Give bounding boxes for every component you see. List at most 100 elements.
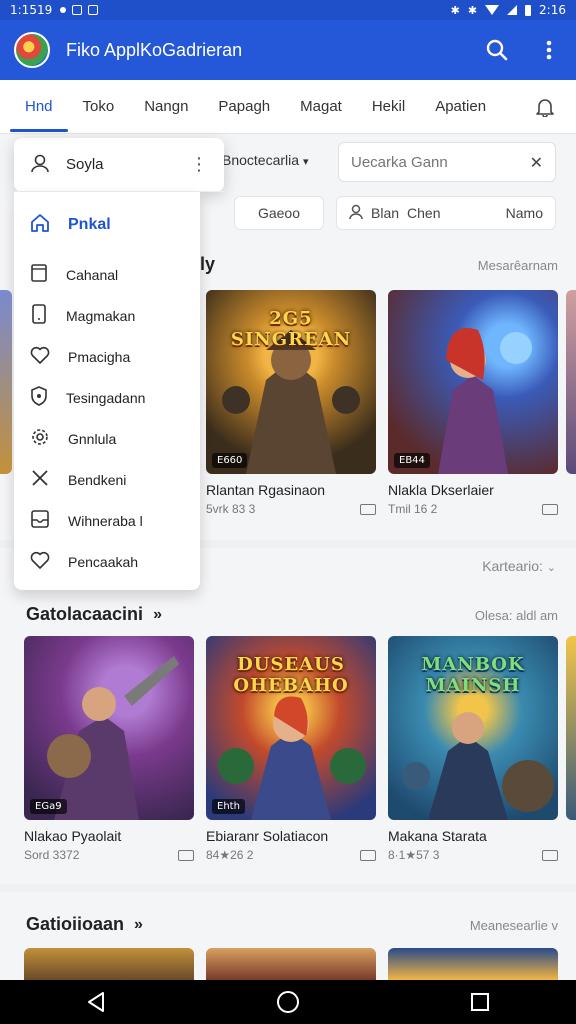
- signal-icon: [507, 5, 518, 15]
- game-card-art[interactable]: [206, 948, 376, 980]
- phone-icon: [30, 303, 48, 328]
- game-card[interactable]: DUSEAUS OHEBAHO Ehth Ebiaranr Solatiacon…: [206, 636, 376, 862]
- user-icon: [30, 153, 50, 177]
- tab-apatien[interactable]: Apatien: [420, 80, 501, 134]
- game-card[interactable]: EB44 Nlakla Dkserlaier Tmil 16 2: [388, 290, 558, 516]
- tools-icon: [30, 468, 50, 492]
- game-card-badge: EB44: [394, 453, 430, 468]
- menu-item-pencaakah[interactable]: Pencaakah: [14, 541, 200, 582]
- app-title: Fiko ApplKoGadrieran: [66, 39, 243, 60]
- chip-blan-chen[interactable]: Blan Chen Namo: [336, 196, 556, 230]
- app-bar: Fiko ApplKoGadrieran: [0, 20, 576, 80]
- close-icon[interactable]: ✕: [530, 153, 543, 172]
- game-card-meta: 8·1★57 3: [388, 848, 558, 862]
- wifi-icon: [485, 5, 500, 15]
- section-3-more-link[interactable]: Meanesearlie v: [470, 918, 558, 933]
- game-card[interactable]: 2G5 SINGREAN E660 Rlantan Rgasinaon 5vrk…: [206, 290, 376, 516]
- heart-icon: [30, 346, 50, 368]
- search-icon[interactable]: [484, 37, 510, 63]
- back-icon[interactable]: [76, 982, 116, 1022]
- game-card-badge: EGa9: [30, 799, 67, 814]
- game-card-art: EGa9: [24, 636, 194, 820]
- chip-blan-label: Blan: [371, 205, 400, 221]
- user-icon: [349, 204, 363, 223]
- tab-hnd[interactable]: Hnd: [10, 80, 68, 134]
- game-card[interactable]: EGa9 Nlakao Pyaolait Sord 3372: [24, 636, 194, 862]
- menu-item-bendkeni[interactable]: Bendkeni: [14, 459, 200, 500]
- menu-item-label: Pnkal: [68, 216, 111, 233]
- menu-item-pnkal[interactable]: Pnkal: [14, 196, 200, 254]
- menu-item-wihneraba[interactable]: Wihneraba l: [14, 500, 200, 541]
- section-2-title-text: Gatolacaacini: [26, 604, 144, 624]
- game-card[interactable]: MANBOK MAINSH Makana Starata 8·1★57 3: [388, 636, 558, 862]
- game-card-rating: 5vrk 83 3: [206, 502, 256, 516]
- category-dropdown-label: Bnoctecarlia: [222, 152, 300, 168]
- game-card-art: DUSEAUS OHEBAHO Ehth: [206, 636, 376, 820]
- menu-item-tesingadann[interactable]: Tesingadann: [14, 377, 200, 418]
- section-3-title[interactable]: Gatioiioaan »: [26, 914, 143, 935]
- heart-icon: [30, 551, 50, 573]
- game-card-title: Rlantan Rgasinaon: [206, 482, 326, 498]
- menu-item-label: Gnnlula: [68, 430, 117, 447]
- game-card-art: [566, 636, 576, 820]
- more-vert-icon[interactable]: [536, 37, 562, 63]
- game-card-meta: 84★26 2: [206, 848, 376, 862]
- sort-dropdown[interactable]: Karteario: ⌄: [482, 558, 556, 574]
- tab-magat[interactable]: Magat: [285, 80, 357, 134]
- menu-item-magmakan[interactable]: Magmakan: [14, 295, 200, 336]
- controller-icon: [360, 503, 376, 515]
- game-card-art[interactable]: [24, 948, 194, 980]
- screen: 1:1519 ✱ ✱ 2:16 Fiko ApplKoGadrieran Hnd…: [0, 0, 576, 1024]
- vibrate-icon: ✱: [467, 3, 478, 17]
- app-bar-actions: [484, 37, 562, 63]
- search-input[interactable]: [351, 153, 521, 171]
- shield-icon: [30, 385, 48, 410]
- controller-icon: [360, 849, 376, 861]
- menu-header-label: Soyla: [66, 156, 104, 173]
- game-card-title: Nlakao Pyaolait: [24, 828, 122, 844]
- tab-nangn[interactable]: Nangn: [129, 80, 203, 134]
- home-icon[interactable]: [268, 982, 308, 1022]
- menu-item-gnnlula[interactable]: Gnnlula: [14, 418, 200, 459]
- game-card-badge: E660: [212, 453, 248, 468]
- game-card-logo: MANBOK MAINSH: [421, 654, 525, 696]
- game-card-rating: 84★26 2: [206, 848, 254, 862]
- inbox-icon: [30, 509, 50, 533]
- section-2-header: Gatolacaacini » Olesa: aldl am: [0, 596, 576, 636]
- section-2-title[interactable]: Gatolacaacini »: [26, 604, 162, 625]
- section-3-title-text: Gatioiioaan: [26, 914, 125, 934]
- menu-item-cahanal[interactable]: Cahanal: [14, 254, 200, 295]
- tab-papagh[interactable]: Papagh: [203, 80, 285, 134]
- game-card-art: EB44: [388, 290, 558, 474]
- menu-item-pmacigha[interactable]: Pmacigha: [14, 336, 200, 377]
- chip-gaeoo[interactable]: Gaeoo: [234, 196, 324, 230]
- game-card-art: [566, 290, 576, 474]
- status-left-icons: [60, 5, 99, 15]
- game-card-meta: Tmil 16 2: [388, 502, 558, 516]
- menu-item-label: Pmacigha: [68, 348, 131, 365]
- game-card-art[interactable]: [388, 948, 558, 980]
- game-card-logo: DUSEAUS OHEBAHO: [233, 654, 349, 696]
- tab-toko[interactable]: Toko: [68, 80, 130, 134]
- controller-icon: [542, 849, 558, 861]
- battery-icon: [525, 4, 532, 16]
- tab-hekil[interactable]: Hekil: [357, 80, 420, 134]
- more-vert-icon[interactable]: ⋮: [190, 154, 208, 175]
- chevron-right-icon: »: [153, 605, 162, 623]
- chevron-right-icon: »: [134, 915, 143, 933]
- recents-icon[interactable]: [460, 982, 500, 1022]
- game-card-badge: Ehth: [212, 799, 245, 814]
- game-card-title: Ebiaranr Solatiacon: [206, 828, 329, 844]
- menu-header[interactable]: Soyla ⋮: [14, 138, 224, 192]
- section-1-more-link[interactable]: Mesarêarnam: [478, 258, 558, 273]
- game-card-meta: 5vrk 83 3: [206, 502, 376, 516]
- app-logo: [14, 32, 50, 68]
- gear-icon: [30, 427, 50, 451]
- chevron-down-icon: ▾: [302, 156, 309, 168]
- bell-icon[interactable]: [532, 94, 558, 120]
- category-dropdown[interactable]: Bnoctecarlia ▾: [222, 152, 308, 168]
- search-box: ✕: [338, 142, 556, 182]
- section-2-more-link[interactable]: Olesa: aldl am: [475, 608, 558, 623]
- game-card-title: Nlakla Dkserlaier: [388, 482, 494, 498]
- menu-item-label: Pencaakah: [68, 553, 139, 570]
